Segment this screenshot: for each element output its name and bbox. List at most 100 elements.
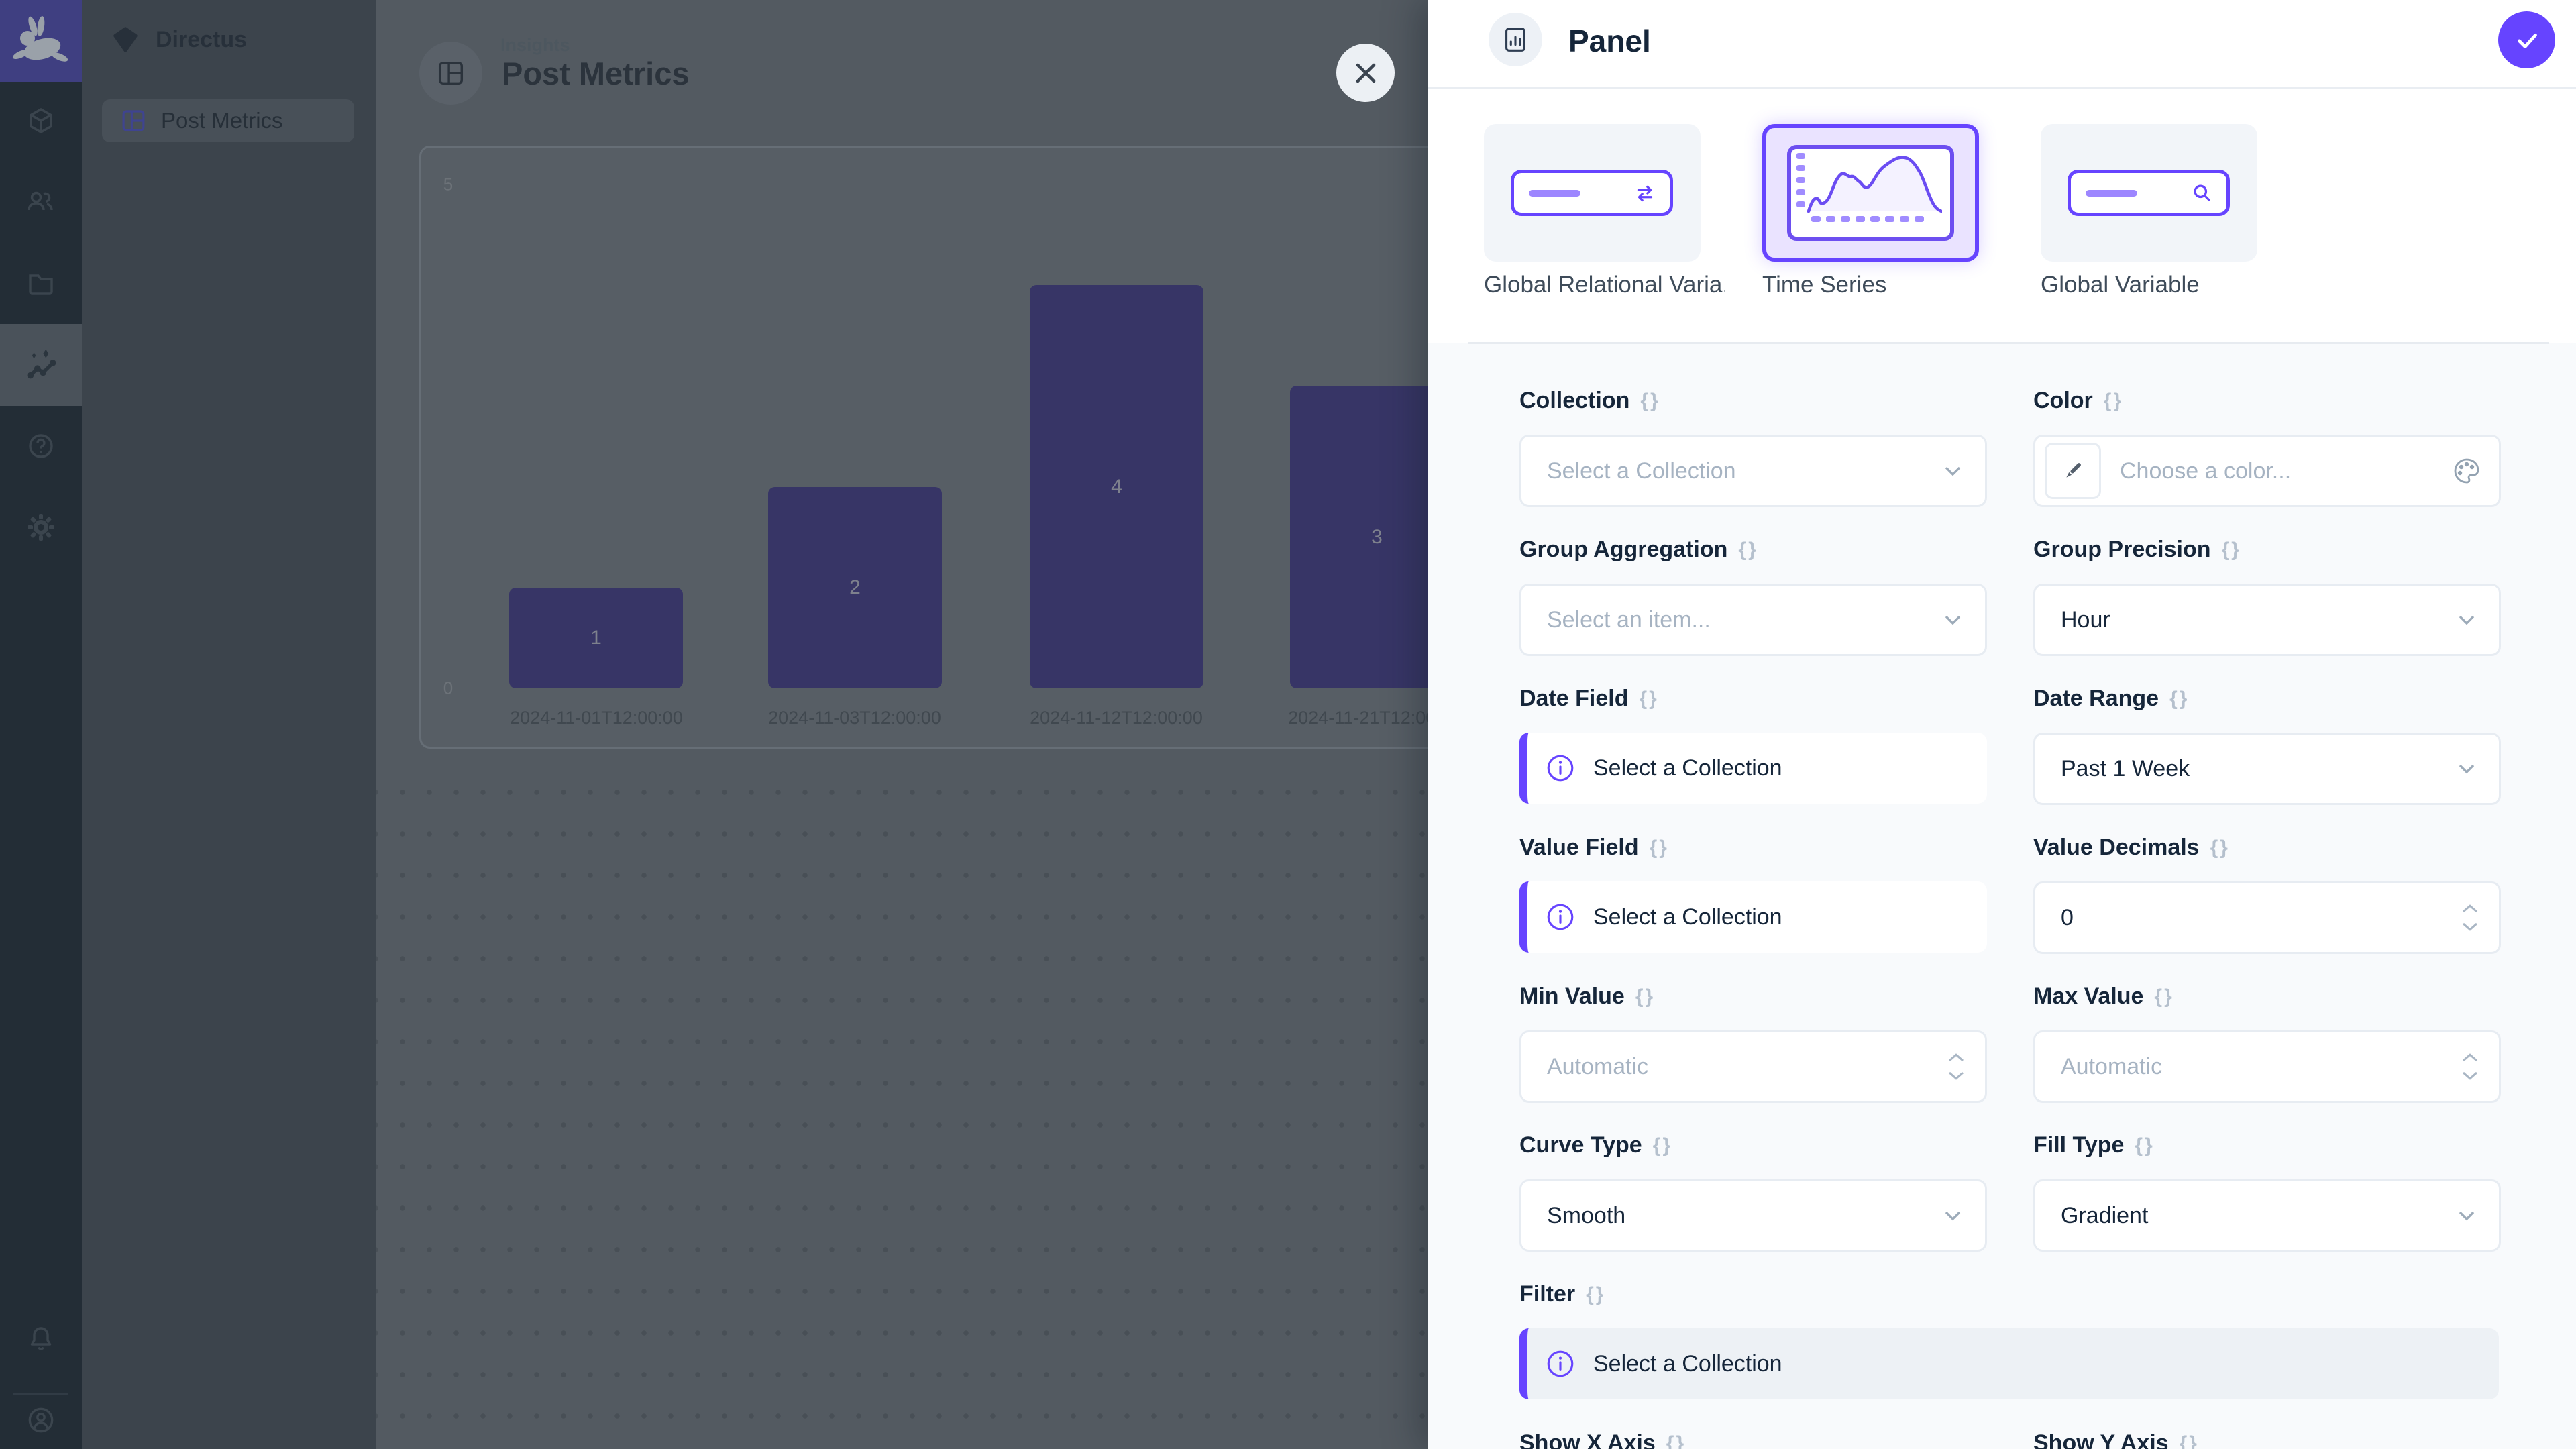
- input-illustration: [2068, 170, 2230, 216]
- page-title: Post Metrics: [502, 55, 689, 92]
- user-menu-button[interactable]: [0, 1379, 82, 1449]
- value-decimals-input[interactable]: 0: [2033, 881, 2501, 954]
- section-divider: [1468, 342, 2549, 344]
- page-header-icon-button[interactable]: [419, 42, 482, 105]
- info-icon: [1545, 753, 1576, 784]
- folder-icon: [25, 268, 57, 300]
- raw-value-icon[interactable]: {}: [1666, 1432, 1686, 1449]
- module-insights[interactable]: [0, 324, 82, 406]
- number-stepper[interactable]: [1946, 1051, 1966, 1083]
- bar-value-label: 2: [849, 576, 861, 599]
- module-files[interactable]: [0, 243, 82, 325]
- breadcrumb: Insights: [500, 35, 570, 56]
- panel-type-global-relational-variable[interactable]: [1484, 124, 1701, 262]
- bar-value-label: 1: [590, 627, 602, 649]
- chevron-down-icon: [1939, 606, 1966, 633]
- directus-logo-button[interactable]: [0, 0, 82, 82]
- field-label-value-field: Value Field{}: [1519, 835, 1669, 861]
- save-panel-button[interactable]: [2498, 11, 2555, 68]
- min-value-input[interactable]: Automatic: [1519, 1030, 1987, 1103]
- field-label-show-x-axis: Show X Axis{}: [1519, 1430, 1686, 1449]
- field-label-date-range: Date Range{}: [2033, 686, 2189, 712]
- module-content[interactable]: [0, 80, 82, 162]
- field-label-max-value: Max Value{}: [2033, 983, 2174, 1010]
- time-series-illustration: [1787, 145, 1954, 241]
- panel-drawer: Panel Global Relational Varia...: [1428, 0, 2576, 1449]
- panel-type-label: Global Relational Varia...: [1484, 272, 1725, 299]
- y-axis-tick-min: 0: [435, 678, 462, 699]
- raw-value-icon[interactable]: {}: [2210, 837, 2230, 859]
- collection-select[interactable]: Select a Collection: [1519, 435, 1987, 507]
- module-users[interactable]: [0, 161, 82, 243]
- chevron-down-icon: [2453, 755, 2480, 782]
- raw-value-icon[interactable]: {}: [1653, 1134, 1672, 1157]
- eyedropper-button[interactable]: [2045, 443, 2101, 499]
- raw-value-icon[interactable]: {}: [2169, 688, 2189, 710]
- chevron-down-icon: [2453, 606, 2480, 633]
- panel-type-time-series[interactable]: [1762, 124, 1979, 262]
- chevron-down-icon: [2453, 1202, 2480, 1229]
- drawer-header: Panel: [1428, 0, 2576, 89]
- chart-panel-icon: [1500, 24, 1531, 55]
- drawer-title: Panel: [1568, 23, 1651, 59]
- raw-value-icon[interactable]: {}: [1586, 1283, 1605, 1306]
- raw-value-icon[interactable]: {}: [2104, 390, 2123, 413]
- x-axis-tick: 2024-11-01T12:00:00: [455, 708, 737, 729]
- filter-notice[interactable]: Select a Collection: [1519, 1328, 2499, 1399]
- field-label-date-field: Date Field{}: [1519, 686, 1659, 712]
- raw-value-icon[interactable]: {}: [1639, 688, 1658, 710]
- number-stepper[interactable]: [2460, 902, 2480, 934]
- raw-value-icon[interactable]: {}: [2154, 985, 2174, 1008]
- project-diamond-icon: [110, 24, 141, 55]
- module-bar: [0, 0, 82, 1449]
- raw-value-icon[interactable]: {}: [2222, 539, 2241, 561]
- date-range-select[interactable]: Past 1 Week: [2033, 733, 2501, 805]
- module-settings[interactable]: [0, 486, 82, 568]
- raw-value-icon[interactable]: {}: [1650, 837, 1669, 859]
- field-label-value-decimals: Value Decimals{}: [2033, 835, 2230, 861]
- raw-value-icon[interactable]: {}: [2180, 1432, 2199, 1449]
- drawer-close-button[interactable]: [1336, 44, 1395, 102]
- help-icon: [25, 430, 57, 462]
- field-label-color: Color{}: [2033, 388, 2123, 414]
- max-value-input[interactable]: Automatic: [2033, 1030, 2501, 1103]
- bar-value-label: 4: [1111, 476, 1122, 498]
- nav-sidebar: Directus Post Metrics: [82, 0, 376, 1449]
- group-precision-select[interactable]: Hour: [2033, 584, 2501, 656]
- bell-icon: [25, 1323, 57, 1355]
- notifications-button[interactable]: [0, 1298, 82, 1380]
- field-label-filter: Filter{}: [1519, 1281, 1605, 1307]
- fill-type-select[interactable]: Gradient: [2033, 1179, 2501, 1252]
- raw-value-icon[interactable]: {}: [1640, 390, 1660, 413]
- project-name: Directus: [156, 27, 247, 53]
- gear-icon: [25, 511, 57, 543]
- group-aggregation-select[interactable]: Select an item...: [1519, 584, 1987, 656]
- y-axis-tick-max: 5: [435, 174, 462, 195]
- panel-type-global-variable[interactable]: [2041, 124, 2257, 262]
- number-stepper[interactable]: [2460, 1051, 2480, 1083]
- x-axis-tick: 2024-11-12T12:00:00: [975, 708, 1257, 729]
- info-icon: [1545, 902, 1576, 932]
- raw-value-icon[interactable]: {}: [1738, 539, 1758, 561]
- input-illustration: [1511, 170, 1673, 216]
- info-icon: [1545, 1348, 1576, 1379]
- chevron-down-icon: [1939, 1202, 1966, 1229]
- palette-icon[interactable]: [2452, 456, 2481, 486]
- value-field-notice[interactable]: Select a Collection: [1519, 881, 1987, 953]
- project-chooser[interactable]: Directus: [82, 0, 376, 79]
- close-icon: [1351, 58, 1381, 88]
- sidebar-item-post-metrics[interactable]: Post Metrics: [102, 99, 354, 142]
- directus-app: Directus Post Metrics Insights Post Metr…: [0, 0, 2576, 1449]
- eyedropper-icon: [2059, 458, 2086, 484]
- field-label-show-y-axis: Show Y Axis{}: [2033, 1430, 2199, 1449]
- curve-type-select[interactable]: Smooth: [1519, 1179, 1987, 1252]
- module-help[interactable]: [0, 405, 82, 487]
- color-input[interactable]: Choose a color...: [2033, 435, 2501, 507]
- raw-value-icon[interactable]: {}: [2135, 1134, 2154, 1157]
- raw-value-icon[interactable]: {}: [1635, 985, 1655, 1008]
- chart-bar: 2: [768, 487, 942, 688]
- panel-type-label: Global Variable: [2041, 272, 2282, 299]
- date-field-notice[interactable]: Select a Collection: [1519, 733, 1987, 804]
- field-label-min-value: Min Value{}: [1519, 983, 1655, 1010]
- box-icon: [25, 105, 57, 137]
